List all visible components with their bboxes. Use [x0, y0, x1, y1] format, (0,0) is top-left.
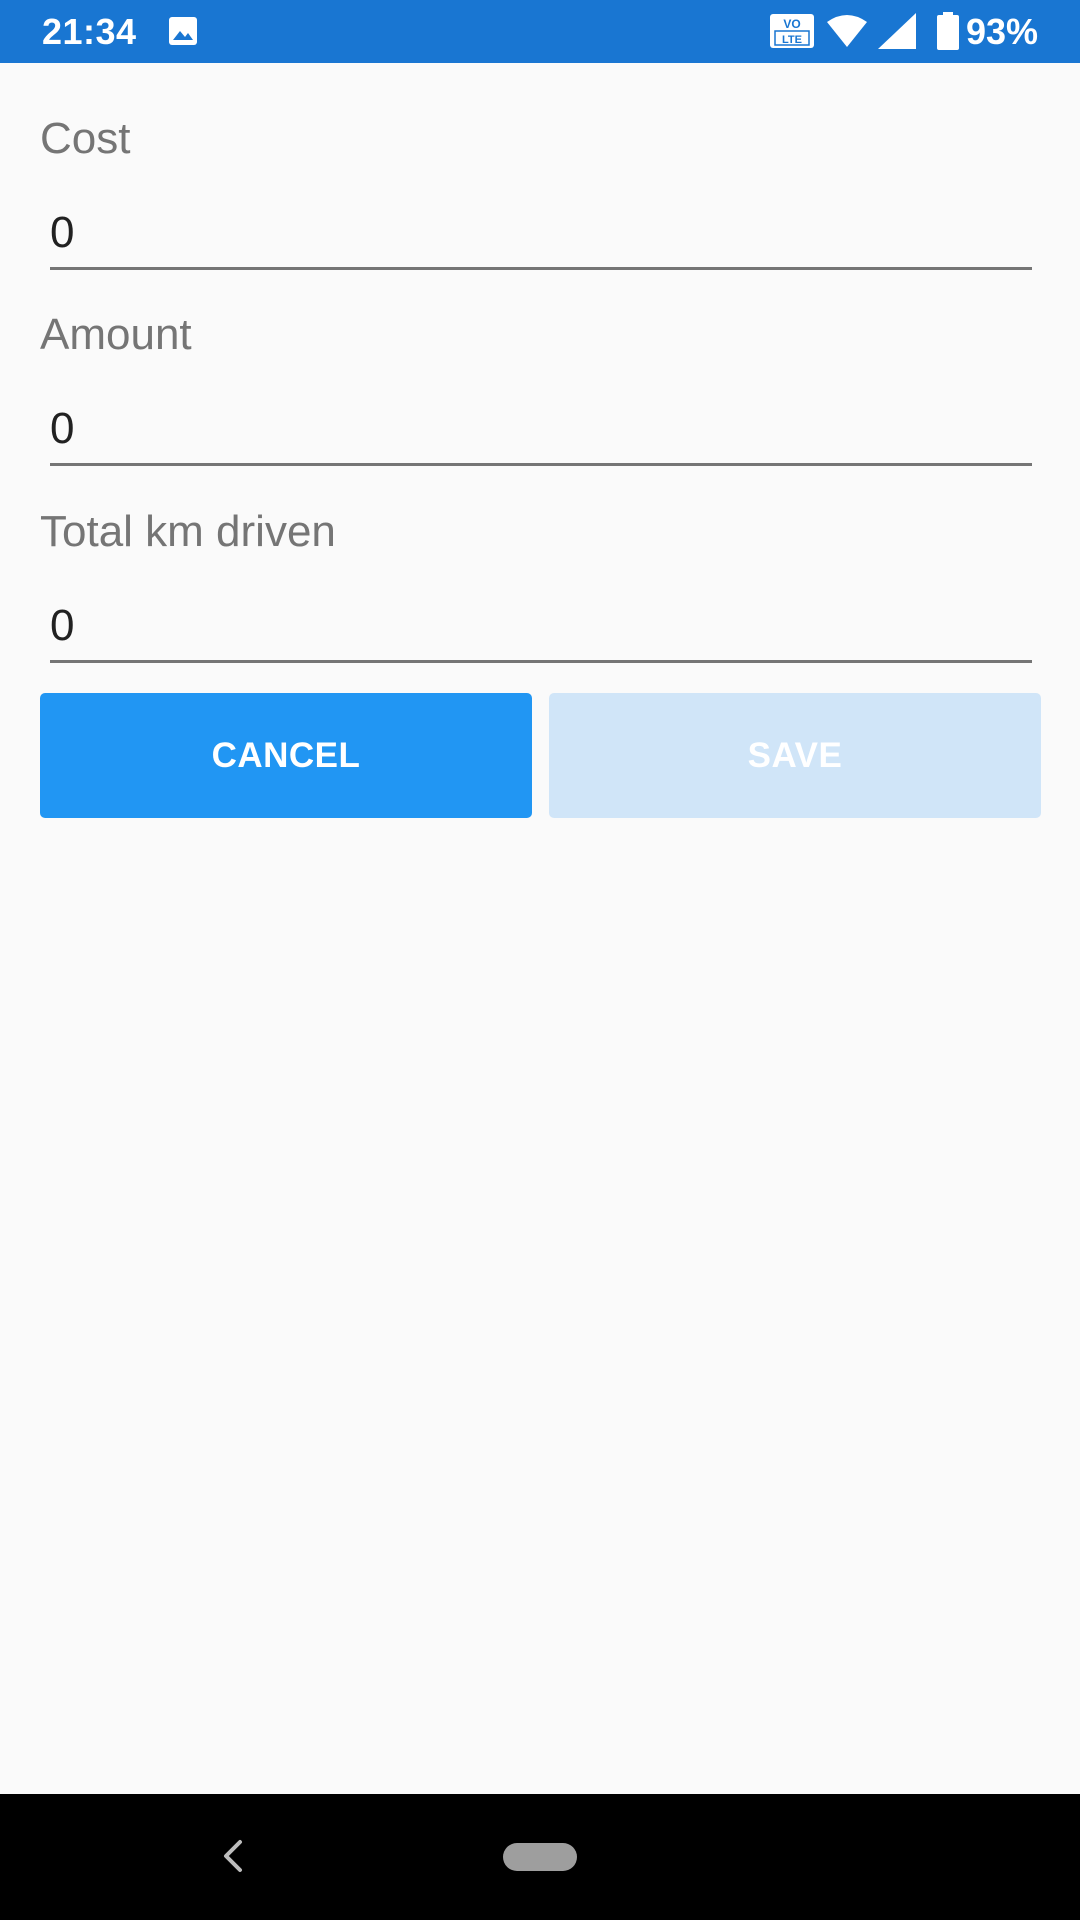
- battery-icon: [937, 12, 959, 50]
- status-bar: 21:34 VO LTE 93%: [0, 0, 1080, 63]
- battery-percent: 93%: [965, 11, 1038, 52]
- cancel-button[interactable]: CANCEL: [40, 693, 532, 818]
- navigation-bar: [0, 1794, 1080, 1920]
- wifi-icon: [827, 15, 867, 47]
- amount-label: Amount: [40, 310, 192, 359]
- volte-icon: VO LTE: [770, 14, 814, 48]
- cell-signal-icon: [878, 13, 916, 49]
- cost-input[interactable]: [50, 198, 1032, 270]
- status-time: 21:34: [42, 11, 137, 52]
- total-km-input[interactable]: [50, 591, 1032, 663]
- home-pill-icon[interactable]: [503, 1843, 577, 1871]
- image-notification-icon: [169, 17, 197, 45]
- volte-top-text: VO: [783, 17, 800, 31]
- form-container: Cost Amount Total km driven CANCEL SAVE: [0, 63, 1080, 1794]
- cost-label: Cost: [40, 114, 131, 163]
- save-button[interactable]: SAVE: [549, 693, 1041, 818]
- back-icon[interactable]: [218, 1838, 248, 1874]
- amount-input[interactable]: [50, 394, 1032, 466]
- volte-bottom-text: LTE: [782, 34, 802, 46]
- total-km-label: Total km driven: [40, 507, 336, 556]
